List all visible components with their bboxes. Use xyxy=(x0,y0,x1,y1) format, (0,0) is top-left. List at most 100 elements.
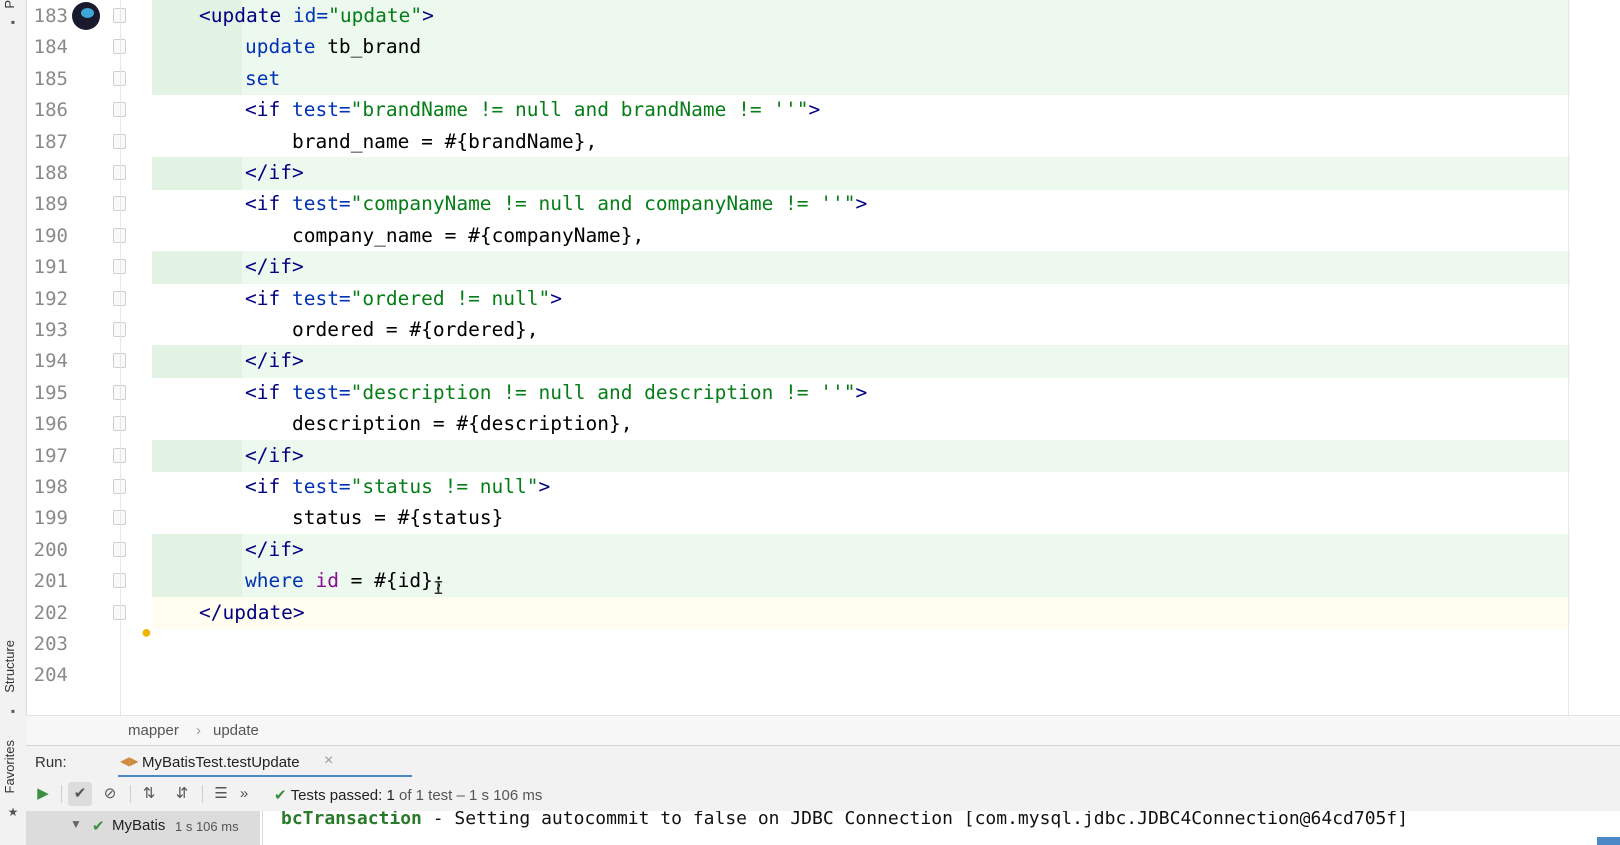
code-text: update tb_brand xyxy=(152,31,1570,64)
folder-icon[interactable]: ▪ xyxy=(7,16,19,28)
test-tree-row[interactable]: ▼ ✔ MyBatis 1 s 106 ms xyxy=(26,811,260,845)
line-number: 184 xyxy=(33,36,68,59)
code-line[interactable]: 190 company_name = #{companyName}, xyxy=(26,220,1620,253)
code-line[interactable]: 196 description = #{description}, xyxy=(26,408,1620,441)
code-text: <if test="ordered != null"> xyxy=(245,286,563,310)
line-number: 200 xyxy=(33,538,68,561)
test-tree-name: MyBatis xyxy=(112,817,166,834)
breadcrumb-item-update[interactable]: update xyxy=(213,722,259,739)
code-text: status = #{status} xyxy=(292,506,504,530)
line-number: 204 xyxy=(33,664,68,687)
console-message: - Setting autocommit to false on JDBC Co… xyxy=(421,811,1409,829)
code-text: where id = #{id}; xyxy=(152,565,1570,598)
code-line[interactable]: 191 </if> xyxy=(26,251,1620,284)
code-line[interactable]: 193 ordered = #{ordered}, xyxy=(26,314,1620,347)
code-line[interactable]: 183 <update id="update"> xyxy=(26,0,1620,33)
code-text: <if test="companyName != null and compan… xyxy=(245,192,868,216)
run-label: Run: xyxy=(35,754,67,771)
code-line[interactable]: 195 <if test="description != null and des… xyxy=(26,377,1620,410)
code-line[interactable]: 198 <if test="status != null"> xyxy=(26,471,1620,504)
code-text: </if> xyxy=(152,345,1570,378)
code-line[interactable]: 188 </if> xyxy=(26,157,1620,190)
line-number: 197 xyxy=(33,444,68,467)
code-text: </if> xyxy=(152,251,1570,284)
run-tab-label: MyBatisTest.testUpdate xyxy=(142,754,300,771)
lightbulb-icon[interactable]: ● xyxy=(141,622,152,643)
code-line[interactable]: 187 brand_name = #{brandName}, xyxy=(26,126,1620,159)
test-status: ✔ Tests passed: 1 of 1 test – 1 s 106 ms xyxy=(274,786,542,804)
breadcrumb: mapper › update xyxy=(26,715,1620,746)
code-line[interactable]: 203 xyxy=(26,628,1620,661)
right-margin-guide xyxy=(1568,0,1569,715)
expand-all-icon[interactable]: ☰ xyxy=(209,782,233,806)
line-number: 196 xyxy=(33,413,68,436)
code-text: </if> xyxy=(152,157,1570,190)
code-text: <if test="status != null"> xyxy=(245,475,551,498)
structure-icon[interactable]: ▪ xyxy=(7,705,19,717)
code-text: <if test="description != null and descri… xyxy=(245,380,868,404)
code-line[interactable]: 194 </if> xyxy=(26,345,1620,378)
code-line[interactable]: 200 </if> xyxy=(26,533,1620,567)
chevron-down-icon[interactable]: ▼ xyxy=(70,817,82,831)
code-text: company_name = #{companyName}, xyxy=(292,223,645,247)
rerun-icon[interactable]: ▶ xyxy=(31,782,55,806)
code-line[interactable]: 186 <if test="brandName != null and brand… xyxy=(26,94,1620,127)
status-passed-count: 1 xyxy=(386,787,395,804)
passed-check-icon: ✔ xyxy=(274,787,287,804)
run-toolbar: ▶ ✔ ⊘ ⇅ ⇵ ☰ » ✔ Tests passed: 1 of 1 test… xyxy=(26,777,1620,811)
breadcrumb-separator: › xyxy=(196,722,201,739)
code-editor[interactable]: 183 <update id="update"> 184 update tb_bran… xyxy=(26,0,1620,715)
user-avatar-icon xyxy=(72,2,100,30)
more-icon[interactable]: » xyxy=(237,782,251,806)
code-line[interactable]: 185 set xyxy=(26,62,1620,96)
line-number: 188 xyxy=(33,162,68,184)
line-number: 183 xyxy=(33,5,68,27)
project-tool-label[interactable]: P xyxy=(2,0,17,9)
line-number: 186 xyxy=(33,99,68,122)
run-tab-testupdate[interactable]: ◀▶ MyBatisTest.testUpdate × xyxy=(92,746,412,778)
line-number: 202 xyxy=(33,601,68,624)
run-tool-header: Run: ◀▶ MyBatisTest.testUpdate × xyxy=(26,745,1620,778)
line-number: 199 xyxy=(33,507,68,530)
console-output[interactable]: bcTransaction - Setting autocommit to fa… xyxy=(262,811,1620,845)
code-line[interactable]: 201 where id = #{id}; xyxy=(26,565,1620,598)
show-passed-icon[interactable]: ✔ xyxy=(68,782,92,806)
test-config-icon: ◀▶ xyxy=(120,754,139,768)
toolbar-separator xyxy=(202,785,203,803)
code-line[interactable]: 197 </if> xyxy=(26,439,1620,473)
line-number: 201 xyxy=(33,570,68,593)
line-number: 187 xyxy=(33,130,68,153)
code-line[interactable]: 184 update tb_brand xyxy=(26,31,1620,64)
passed-check-icon: ✔ xyxy=(92,818,105,835)
console-logger: bcTransaction xyxy=(281,811,422,829)
favorites-tool-label[interactable]: Favorites xyxy=(2,740,17,793)
breadcrumb-item-mapper[interactable]: mapper xyxy=(128,722,179,739)
toolbar-separator xyxy=(61,785,62,803)
code-line[interactable]: 204 xyxy=(26,659,1620,692)
code-line[interactable]: 199 status = #{status} xyxy=(26,502,1620,535)
gutter-separator xyxy=(120,0,121,715)
code-line[interactable]: 192 <if test="ordered != null"> xyxy=(26,283,1620,316)
show-ignored-icon[interactable]: ⊘ xyxy=(98,782,122,806)
line-number: 190 xyxy=(33,224,68,247)
code-text: </update> xyxy=(152,596,1570,630)
test-tree-time: 1 s 106 ms xyxy=(175,819,239,834)
scroll-indicator[interactable] xyxy=(1597,837,1620,845)
code-line[interactable]: 202 </update> xyxy=(26,596,1620,630)
star-icon[interactable]: ★ xyxy=(7,806,19,818)
code-text: description = #{description}, xyxy=(292,412,633,436)
structure-tool-label[interactable]: Structure xyxy=(2,640,17,693)
line-number: 185 xyxy=(33,67,68,90)
sort-alpha-icon[interactable]: ⇅ xyxy=(137,782,161,806)
line-number: 195 xyxy=(33,381,68,404)
line-number: 198 xyxy=(33,476,68,498)
sort-duration-icon[interactable]: ⇵ xyxy=(170,782,194,806)
code-text: brand_name = #{brandName}, xyxy=(292,129,598,153)
close-icon[interactable]: × xyxy=(324,752,333,770)
line-number: 191 xyxy=(33,256,68,279)
code-line[interactable]: 189 <if test="companyName != null and com… xyxy=(26,188,1620,221)
status-suffix: of 1 test – 1 s 106 ms xyxy=(398,787,543,804)
code-text: <update id="update"> xyxy=(152,0,1570,33)
